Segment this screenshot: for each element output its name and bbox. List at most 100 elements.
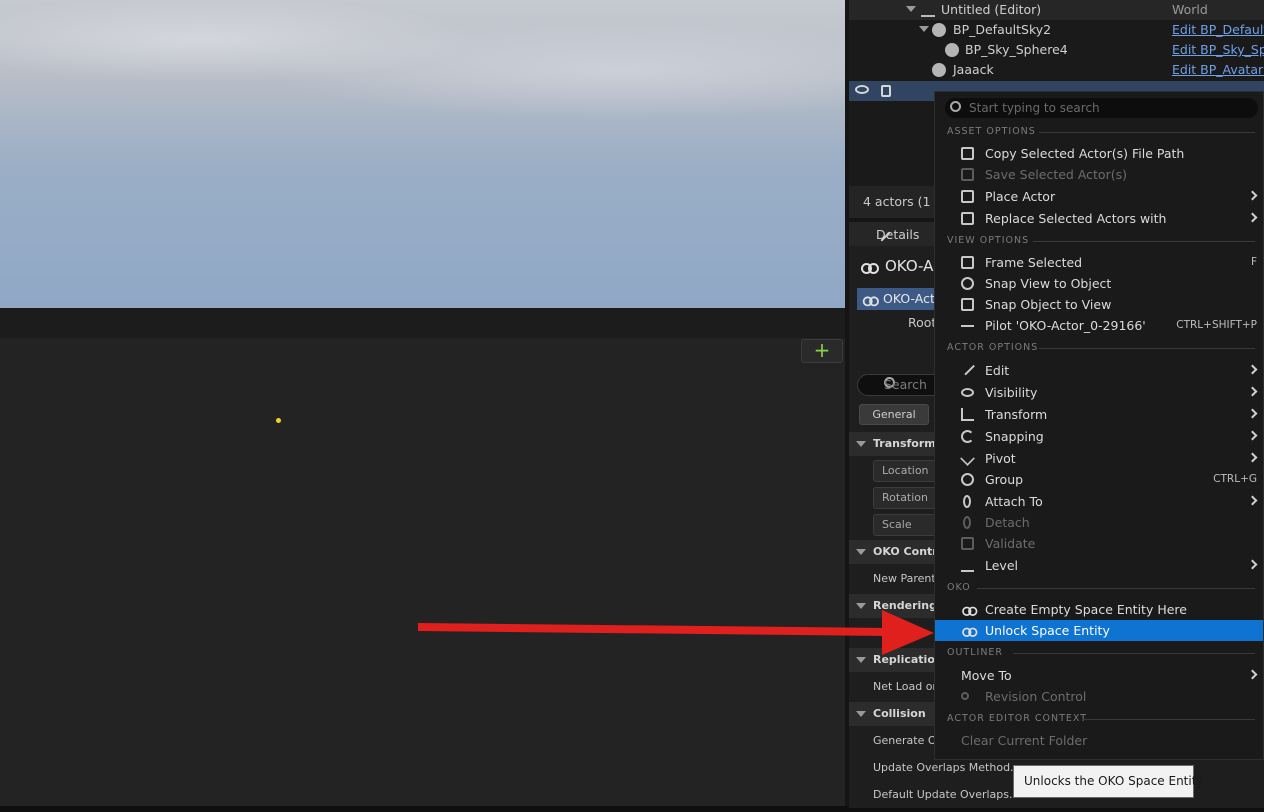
component-label: Root — [908, 315, 937, 330]
menu-item-revision-control[interactable]: Revision Control — [935, 686, 1263, 707]
section-divider — [977, 588, 1255, 589]
pivot-icon — [960, 451, 975, 466]
context-menu: ASSET OPTIONS Copy Selected Actor(s) Fil… — [934, 91, 1264, 760]
outliner-row-skysphere[interactable]: BP_Sky_Sphere4 Edit BP_Sky_Sph — [849, 40, 1264, 60]
component-label: OKO-Act — [883, 291, 935, 306]
eye-icon[interactable] — [855, 85, 869, 94]
menu-item-attach-to[interactable]: Attach To — [935, 491, 1263, 512]
menu-item-detach[interactable]: Detach — [935, 512, 1263, 533]
shortcut-label: F — [1250, 256, 1257, 268]
copy-icon — [961, 147, 974, 160]
prop-default-update-overlaps: Default Update Overlaps... — [849, 782, 1019, 808]
category-label: Collision — [873, 707, 926, 720]
graph-node-dot — [276, 418, 281, 423]
menu-item-edit[interactable]: Edit — [935, 360, 1263, 381]
outliner-row-edit-link[interactable]: Edit BP_Sky_Sph — [1172, 42, 1264, 57]
menu-item-frame-selected[interactable]: Frame Selected F — [935, 252, 1263, 273]
viewport-divider — [0, 308, 845, 338]
menu-search[interactable] — [945, 98, 1258, 118]
oko-link-icon — [861, 263, 879, 274]
menu-item-place-actor[interactable]: Place Actor — [935, 186, 1263, 207]
menu-item-label: Group — [985, 472, 1024, 487]
section-actor-options: ACTOR OPTIONS — [947, 342, 1039, 353]
avatar-icon — [932, 63, 946, 77]
outliner-row-type: World — [1172, 2, 1208, 17]
group-icon — [961, 473, 974, 486]
menu-item-replace-selected[interactable]: Replace Selected Actors with — [935, 208, 1263, 229]
transform-icon — [961, 408, 974, 421]
chevron-down-icon[interactable] — [906, 6, 916, 12]
menu-item-move-to[interactable]: Move To — [935, 665, 1263, 686]
frame-icon — [961, 256, 974, 269]
chevron-down-icon[interactable] — [919, 26, 929, 32]
replace-actor-icon — [961, 212, 974, 225]
menu-item-create-empty-entity[interactable]: Create Empty Space Entity Here — [935, 599, 1263, 620]
menu-item-group[interactable]: Group CTRL+G — [935, 469, 1263, 490]
menu-item-validate[interactable]: Validate — [935, 533, 1263, 554]
menu-item-snap-view[interactable]: Snap View to Object — [935, 273, 1263, 294]
section-asset-options: ASSET OPTIONS — [947, 126, 1036, 137]
sphere-icon — [945, 43, 959, 57]
menu-item-pilot[interactable]: Pilot 'OKO-Actor_0-29166' CTRL+SHIFT+P — [935, 315, 1263, 336]
menu-item-label: Place Actor — [985, 189, 1056, 204]
outliner-row-label: Jaaack — [953, 62, 994, 77]
category-label: Rendering — [873, 599, 937, 612]
menu-item-label: Move To — [961, 668, 1012, 683]
chevron-down-icon — [856, 657, 866, 663]
menu-search-input[interactable] — [969, 99, 1249, 117]
outliner-row-world[interactable]: Untitled (Editor) World — [849, 0, 1264, 20]
menu-item-label: Validate — [985, 536, 1036, 551]
chevron-down-icon — [856, 603, 866, 609]
chevron-right-icon — [1247, 559, 1258, 570]
menu-item-pivot[interactable]: Pivot — [935, 448, 1263, 469]
category-label: Replication — [873, 653, 943, 666]
general-filter-button[interactable]: General — [859, 404, 929, 425]
menu-item-transform[interactable]: Transform — [935, 404, 1263, 425]
add-button[interactable]: + — [801, 339, 843, 363]
menu-item-label: Pivot — [985, 451, 1016, 466]
prop-label: Generate Ov — [873, 734, 944, 747]
outliner-row-edit-link[interactable]: Edit BP_DefaultS — [1172, 22, 1264, 37]
menu-item-level[interactable]: Level — [935, 555, 1263, 576]
menu-item-snapping[interactable]: Snapping — [935, 426, 1263, 447]
chevron-right-icon — [1247, 495, 1258, 506]
section-divider — [1013, 653, 1255, 654]
menu-item-label: Snapping — [985, 429, 1044, 444]
level-icon — [961, 559, 974, 572]
oko-link-icon — [962, 606, 978, 616]
tooltip: Unlocks the OKO Space Entity — [1013, 765, 1204, 798]
menu-item-snap-object[interactable]: Snap Object to View — [935, 294, 1263, 315]
snap-object-icon — [961, 298, 974, 311]
tab-label: Details — [876, 227, 920, 242]
section-divider — [1083, 719, 1255, 720]
menu-item-label: Level — [985, 558, 1018, 573]
menu-item-save-selected[interactable]: Save Selected Actor(s) — [935, 164, 1263, 185]
menu-item-label: Detach — [985, 515, 1030, 530]
validate-icon — [961, 537, 974, 550]
menu-item-visibility[interactable]: Visibility — [935, 382, 1263, 403]
category-label: Transform — [873, 437, 936, 450]
section-actor-editor-context: ACTOR EDITOR CONTEXT — [947, 713, 1088, 724]
menu-item-unlock-space-entity[interactable]: Unlock Space Entity — [935, 620, 1263, 641]
outliner-row-label: Untitled (Editor) — [941, 2, 1042, 17]
menu-item-label: Visibility — [985, 385, 1038, 400]
search-placeholder: Search — [884, 377, 927, 392]
outliner-row-edit-link[interactable]: Edit BP_AvatarD — [1172, 62, 1264, 77]
outliner-row-defaultsky[interactable]: BP_DefaultSky2 Edit BP_DefaultS — [849, 20, 1264, 40]
lock-icon[interactable] — [881, 85, 891, 97]
section-divider — [1033, 241, 1255, 242]
section-view-options: VIEW OPTIONS — [947, 235, 1030, 246]
chevron-right-icon — [1247, 408, 1258, 419]
menu-item-label: Revision Control — [985, 689, 1087, 704]
menu-item-clear-folder[interactable]: Clear Current Folder — [935, 730, 1263, 751]
menu-item-label: Copy Selected Actor(s) File Path — [985, 146, 1185, 161]
menu-item-copy-file-path[interactable]: Copy Selected Actor(s) File Path — [935, 143, 1263, 164]
menu-item-label: Pilot 'OKO-Actor_0-29166' — [985, 318, 1146, 333]
menu-item-label: Replace Selected Actors with — [985, 211, 1167, 226]
oko-link-icon — [862, 296, 879, 307]
graph-editor-area[interactable] — [0, 338, 845, 808]
outliner-row-jaaack[interactable]: Jaaack Edit BP_AvatarD — [849, 60, 1264, 80]
pilot-icon — [961, 325, 974, 327]
level-viewport[interactable] — [0, 0, 845, 308]
actor-count: 4 actors (1 s — [863, 194, 941, 209]
